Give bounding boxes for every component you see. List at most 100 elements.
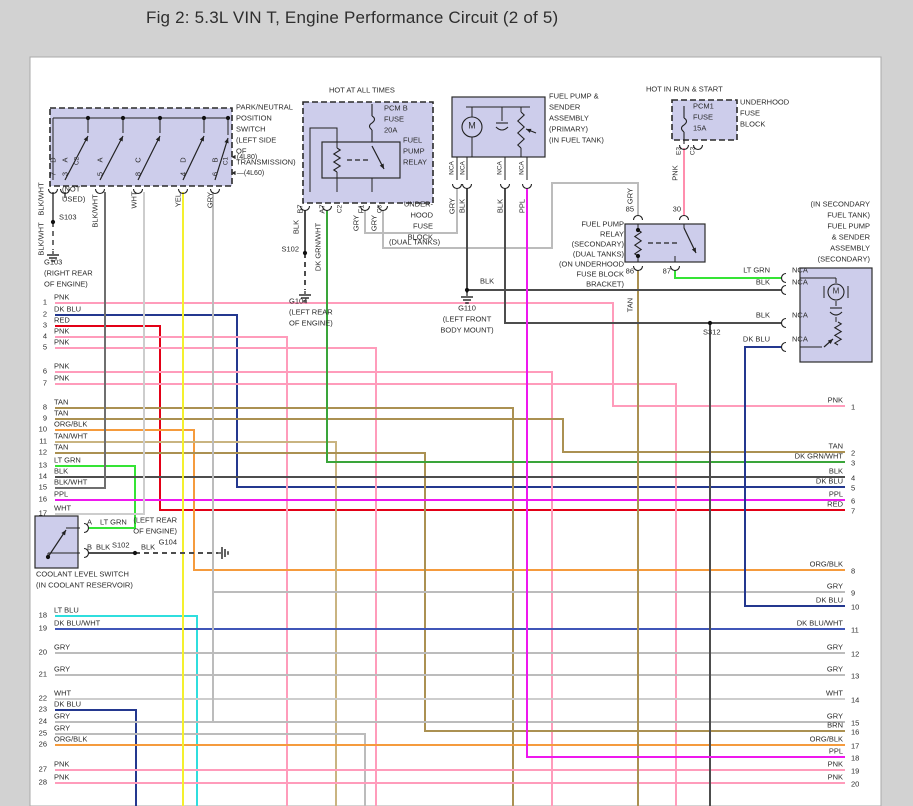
- label-s102: S102: [112, 541, 130, 550]
- label-6: 6: [211, 172, 220, 176]
- label-sender: & SENDER: [832, 233, 871, 242]
- label-dk-grn-wht: DK GRN/WHT: [314, 222, 323, 271]
- splice-dot-6: [120, 115, 126, 121]
- right-row-number-3: 3: [851, 459, 855, 468]
- splice-dot-4: [464, 287, 470, 293]
- label-1: 1: [43, 298, 47, 307]
- label-fuse: FUSE: [413, 222, 433, 231]
- right-row-number-12: 12: [851, 650, 859, 659]
- label-of-engine: OF ENGINE): [44, 280, 88, 289]
- label-hood: HOOD: [411, 211, 434, 220]
- label-blk: BLK: [756, 311, 770, 320]
- right-row-number-13: 13: [851, 672, 859, 681]
- label-6: 6: [43, 367, 47, 376]
- left-row-label-24: GRY: [54, 712, 70, 721]
- left-row-label-27: PNK: [54, 760, 69, 769]
- label-nca: NCA: [792, 335, 808, 344]
- label-ppl: PPL: [518, 199, 527, 213]
- right-row-label-7: RED: [827, 500, 843, 509]
- label-fuel-pump: FUEL PUMP: [581, 220, 624, 229]
- right-row-number-15: 15: [851, 719, 859, 728]
- label-7: 7: [43, 379, 47, 388]
- label-secondary: (SECONDARY): [572, 240, 625, 249]
- label-wht: WHT: [130, 191, 139, 208]
- left-row-label-21: GRY: [54, 665, 70, 674]
- label-yel: YEL: [174, 193, 183, 207]
- right-row-label-4: BLK: [829, 467, 843, 476]
- label-b: B: [87, 543, 92, 552]
- label-87: 87: [663, 267, 671, 276]
- label-86: 86: [626, 267, 634, 276]
- label-park-neutral: PARK/NEUTRAL: [236, 103, 293, 112]
- label-a7: A7: [318, 204, 327, 213]
- label-m: M: [833, 287, 840, 296]
- label-position: POSITION: [236, 114, 272, 123]
- left-row-label-22: WHT: [54, 689, 71, 698]
- label-2: 2: [43, 310, 47, 319]
- label-19: 19: [39, 624, 47, 633]
- right-row-label-5: DK BLU: [816, 477, 843, 486]
- label-assembly: ASSEMBLY: [549, 114, 589, 123]
- left-row-label-16: PPL: [54, 490, 68, 499]
- left-row-label-19: DK BLU/WHT: [54, 619, 101, 628]
- label-d: D: [49, 157, 58, 163]
- label-c2: C2: [74, 156, 81, 165]
- right-row-label-15: GRY: [827, 712, 843, 721]
- label-8: 8: [134, 172, 143, 176]
- label-4: 4: [179, 172, 188, 176]
- right-row-label-6: PPL: [829, 490, 843, 499]
- component-box-coolant-level-switch: [34, 515, 79, 569]
- label-blk: BLK: [96, 543, 110, 552]
- label-fuel-pump: FUEL PUMP &: [549, 92, 599, 101]
- label-fuse: FUSE: [693, 113, 713, 122]
- label-gry: GRY: [206, 192, 215, 208]
- label-used: USED): [62, 195, 86, 204]
- label-blk-wht: BLK/WHT: [91, 194, 100, 228]
- label-dk-blu: DK BLU: [743, 335, 770, 344]
- component-box-fuel-pump-sender-primary: [451, 96, 546, 158]
- left-row-label-2: DK BLU: [54, 305, 81, 314]
- label-left-front: (LEFT FRONT: [443, 315, 492, 324]
- label-23: 23: [39, 705, 47, 714]
- label-s312: S312: [703, 328, 721, 337]
- label-fuel-tank: FUEL TANK): [827, 211, 870, 220]
- left-row-label-28: PNK: [54, 773, 69, 782]
- left-row-label-23: DK BLU: [54, 700, 81, 709]
- label-f1: F1: [357, 205, 366, 214]
- label-9: 9: [43, 414, 47, 423]
- label-26: 26: [39, 740, 47, 749]
- left-row-label-12: TAN: [54, 443, 68, 452]
- label-blk: BLK: [458, 199, 467, 213]
- label-nca: NCA: [792, 266, 808, 275]
- label-d: D: [179, 157, 188, 163]
- label-25: 25: [39, 729, 47, 738]
- label-tan: TAN: [626, 298, 635, 312]
- left-row-label-5: PNK: [54, 338, 69, 347]
- right-row-number-11: 11: [851, 626, 859, 635]
- label-blk: BLK: [756, 278, 770, 287]
- label-gry: GRY: [448, 198, 457, 214]
- label-not: (NOT: [62, 185, 81, 194]
- label-3: 3: [61, 172, 70, 176]
- label-s102: S102: [281, 245, 299, 254]
- label-nca: NCA: [519, 160, 526, 174]
- label-12: 12: [39, 448, 47, 457]
- right-row-label-13: GRY: [827, 665, 843, 674]
- label-8: 8: [43, 403, 47, 412]
- label-5: 5: [43, 343, 47, 352]
- right-row-number-17: 17: [851, 742, 859, 751]
- label-14: 14: [39, 472, 47, 481]
- splice-dot-5: [85, 115, 91, 121]
- label-right-rear: (RIGHT REAR: [44, 269, 93, 278]
- left-row-label-25: GRY: [54, 724, 70, 733]
- label-18: 18: [39, 611, 47, 620]
- label-left-rear: (LEFT REAR: [133, 516, 177, 525]
- label-hot-at-all-times: HOT AT ALL TIMES: [329, 86, 395, 95]
- label-underhood: UNDERHOOD: [740, 98, 790, 107]
- right-row-label-10: DK BLU: [816, 596, 843, 605]
- label-22: 22: [39, 694, 47, 703]
- label-21: 21: [39, 670, 47, 679]
- label-dual-tanks: (DUAL TANKS): [573, 250, 625, 259]
- label-s103: S103: [59, 213, 77, 222]
- label-assembly: ASSEMBLY: [830, 244, 870, 253]
